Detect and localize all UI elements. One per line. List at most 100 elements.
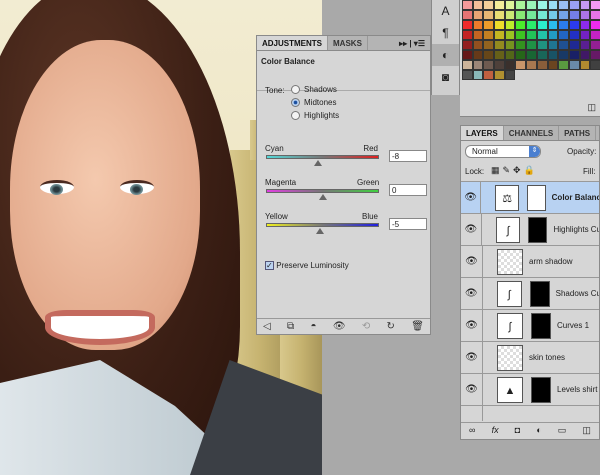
swatch[interactable]	[590, 10, 600, 20]
swatch[interactable]	[590, 20, 600, 30]
swatch[interactable]	[504, 10, 516, 20]
swatch[interactable]	[590, 40, 600, 50]
swatch[interactable]	[515, 0, 527, 10]
swatch[interactable]	[526, 30, 537, 40]
swatch[interactable]	[494, 70, 505, 80]
slider-thumb[interactable]	[318, 194, 327, 200]
swatch[interactable]	[472, 30, 484, 40]
visibility-eye-icon[interactable]: 👁	[333, 321, 346, 332]
swatch[interactable]	[515, 60, 527, 70]
panel-menu-icon[interactable]: ▸▸ | ▾☰	[394, 36, 430, 50]
swatch[interactable]	[526, 40, 537, 50]
swatch[interactable]	[526, 50, 537, 60]
swatch[interactable]	[472, 60, 484, 70]
swatch[interactable]	[526, 0, 537, 10]
radio-icon[interactable]	[291, 85, 300, 95]
swatch[interactable]	[558, 10, 569, 20]
swatch[interactable]	[558, 20, 569, 30]
swatch[interactable]	[568, 20, 580, 30]
swatch[interactable]	[536, 0, 548, 10]
swatch[interactable]	[568, 10, 580, 20]
swatch[interactable]	[558, 30, 569, 40]
lock-icons[interactable]: ▦✎✥🔒	[491, 165, 538, 176]
link-icon[interactable]: ∞	[469, 425, 475, 439]
swatch[interactable]	[483, 40, 495, 50]
swatch[interactable]	[504, 40, 516, 50]
swatch[interactable]	[504, 0, 516, 10]
character-icon[interactable]: A	[432, 0, 459, 22]
swatch[interactable]	[504, 30, 516, 40]
swatch[interactable]	[462, 0, 473, 10]
reset-icon[interactable]: ↻	[387, 321, 395, 332]
swatch[interactable]	[483, 20, 495, 30]
slider-value-input[interactable]: -5	[389, 218, 427, 230]
swatch[interactable]	[536, 40, 548, 50]
tab-masks[interactable]: MASKS	[328, 36, 368, 50]
swatch[interactable]	[568, 40, 580, 50]
swatch[interactable]	[515, 30, 527, 40]
swatch[interactable]	[579, 30, 591, 40]
radio-selected-icon[interactable]	[291, 98, 300, 108]
swatch[interactable]	[462, 40, 473, 50]
view-previous-icon[interactable]: ⟲	[362, 321, 370, 332]
swatch[interactable]	[526, 10, 537, 20]
visibility-eye-icon[interactable]	[461, 406, 483, 421]
tab-channels[interactable]: CHANNELS	[504, 126, 560, 140]
layer-row[interactable]: 👁 ∫ Highlights Cu	[461, 214, 599, 246]
layer-row[interactable]: 👁 ∫ Curves 1	[461, 310, 599, 342]
swatch[interactable]	[536, 60, 548, 70]
swatch[interactable]	[515, 50, 527, 60]
swatch[interactable]	[547, 0, 559, 10]
swatch[interactable]	[558, 40, 569, 50]
slider-value-input[interactable]: -8	[389, 150, 427, 162]
layer-row[interactable]: 👁 arm shadow	[461, 246, 599, 278]
swatch[interactable]	[504, 20, 516, 30]
swatch[interactable]	[494, 20, 505, 30]
swatch[interactable]	[504, 50, 516, 60]
swatch[interactable]	[547, 40, 559, 50]
visibility-eye-icon[interactable]: 👁	[461, 214, 482, 245]
swatch[interactable]	[558, 0, 569, 10]
swatch[interactable]	[547, 10, 559, 20]
swatch[interactable]	[483, 60, 495, 70]
swatch[interactable]	[558, 60, 569, 70]
swatch[interactable]	[590, 50, 600, 60]
swatch[interactable]	[494, 10, 505, 20]
swatch[interactable]	[547, 50, 559, 60]
swatch[interactable]	[568, 0, 580, 10]
swatch[interactable]	[483, 30, 495, 40]
new-swatch-icon[interactable]: ◫	[587, 102, 596, 113]
fx-icon[interactable]: fx	[492, 425, 499, 439]
tone-midtones[interactable]: Midtones	[291, 96, 339, 109]
slider-value-input[interactable]: 0	[389, 184, 427, 196]
swatch[interactable]	[536, 10, 548, 20]
swatch[interactable]	[483, 10, 495, 20]
swatch[interactable]	[547, 30, 559, 40]
swatch[interactable]	[462, 50, 473, 60]
swatch[interactable]	[515, 20, 527, 30]
swatch[interactable]	[579, 0, 591, 10]
swatch[interactable]	[568, 50, 580, 60]
swatch[interactable]	[472, 10, 484, 20]
swatch[interactable]	[462, 20, 473, 30]
layer-row[interactable]: 👁 ∫ Shadows Cu	[461, 278, 599, 310]
add-mask-icon[interactable]: ◘	[515, 425, 520, 439]
swatch[interactable]	[462, 60, 473, 70]
tone-shadows[interactable]: Shadows	[291, 83, 339, 96]
layer-mask-thumbnail[interactable]	[528, 216, 548, 243]
swatch[interactable]	[494, 60, 505, 70]
preserve-luminosity-checkbox[interactable]: ✓ Preserve Luminosity	[265, 261, 349, 271]
paragraph-icon[interactable]: ¶	[432, 22, 459, 44]
swatch[interactable]	[515, 10, 527, 20]
back-arrow-icon[interactable]: ◁	[263, 321, 271, 332]
layer-row[interactable]: 👁 skin tones	[461, 342, 599, 374]
blend-mode-select[interactable]: Normal ⇕	[465, 145, 541, 158]
layer-mask-thumbnail[interactable]	[531, 312, 551, 339]
layer-row[interactable]	[461, 406, 599, 421]
checkbox-checked-icon[interactable]: ✓	[265, 261, 274, 271]
clip-layer-icon[interactable]: ◓	[310, 321, 316, 332]
swatch[interactable]	[590, 60, 600, 70]
radio-icon[interactable]	[291, 111, 300, 121]
slider-thumb[interactable]	[313, 160, 322, 166]
swatch[interactable]	[494, 50, 505, 60]
